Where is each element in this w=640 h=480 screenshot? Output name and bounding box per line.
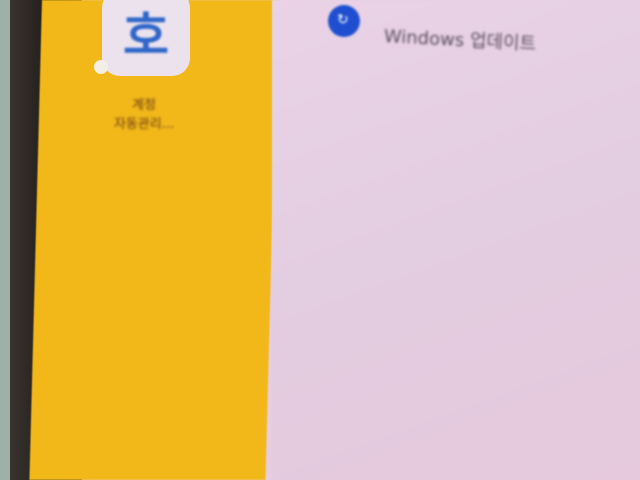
shortcut-arrow-icon: [94, 60, 108, 74]
desktop-shortcut[interactable]: 호: [102, 0, 190, 76]
settings-panel: [272, 0, 640, 480]
shortcut-label-line2: 자동관리...: [113, 117, 175, 132]
windows-update-icon[interactable]: ↻: [328, 5, 360, 37]
shortcut-label-line1: 계정: [132, 98, 156, 113]
shortcut-label[interactable]: 계정 자동관리...: [84, 96, 204, 134]
app-icon: 호: [123, 7, 169, 65]
